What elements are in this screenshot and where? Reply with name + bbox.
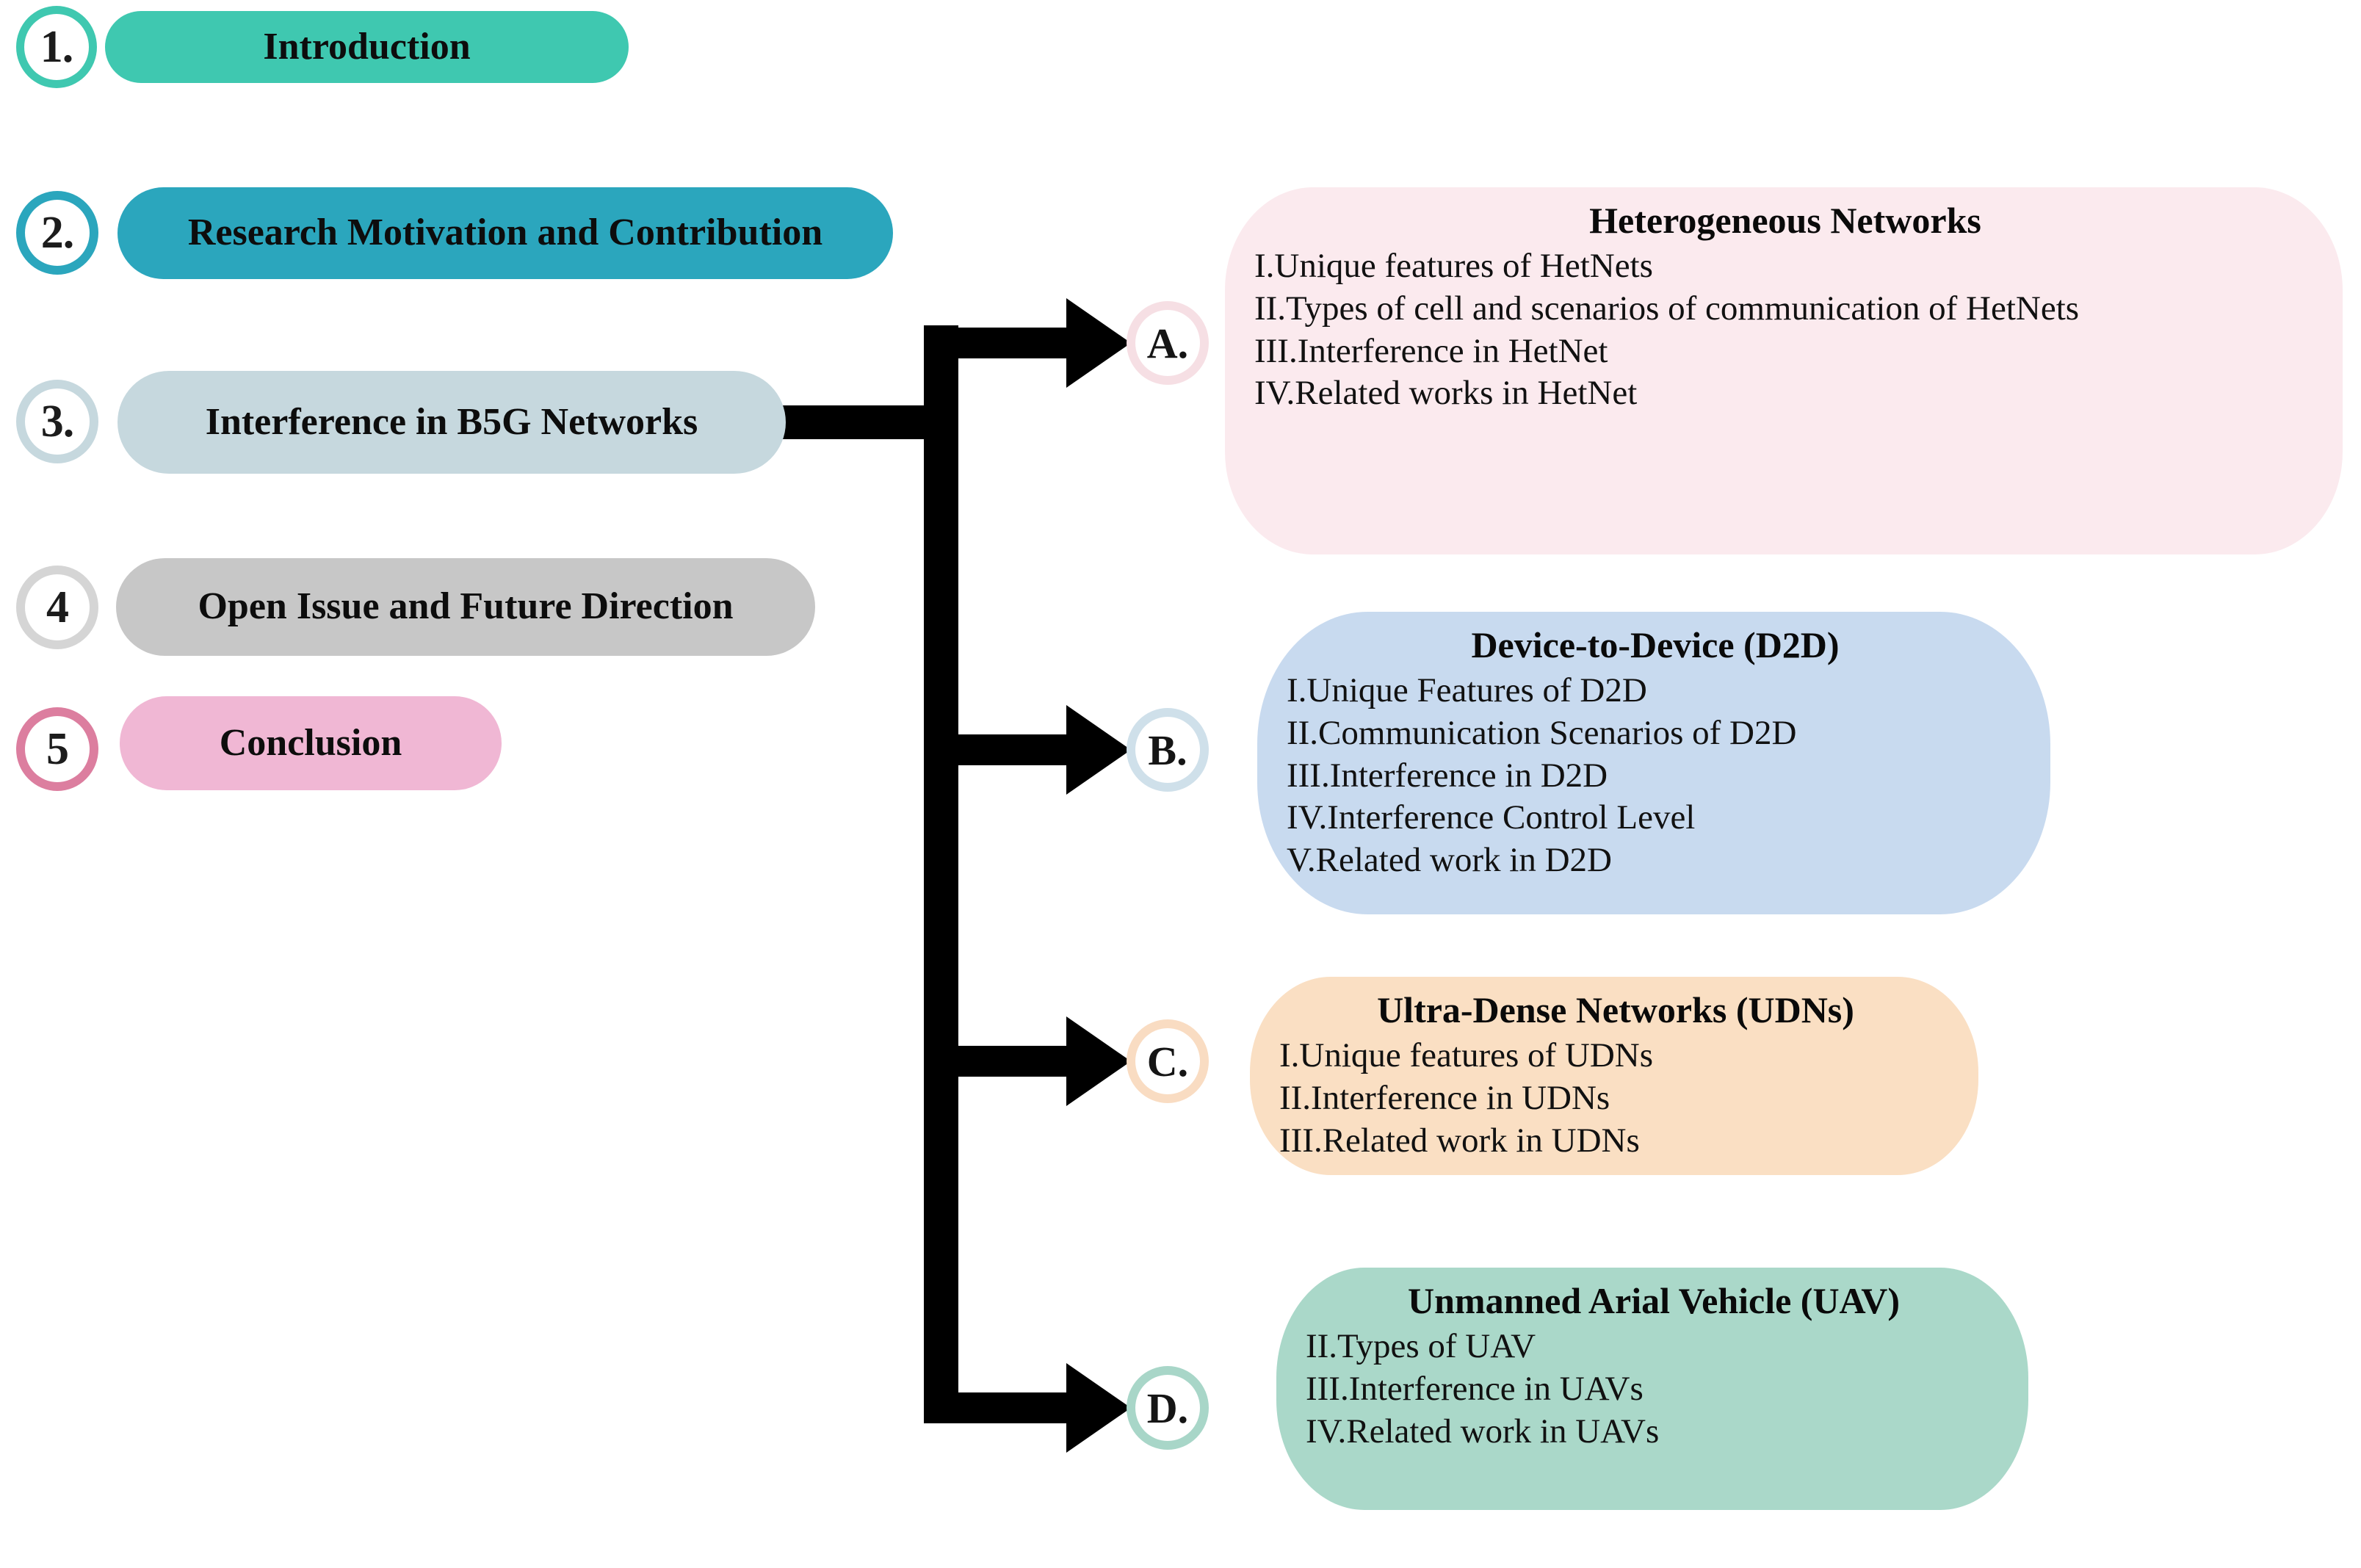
connector-feeder-line: [764, 405, 933, 439]
arrow-to-branch-b: [947, 705, 1131, 795]
section-number-1[interactable]: 1.: [16, 6, 97, 88]
section-number-5[interactable]: 5: [16, 707, 98, 791]
section-pill-conclusion[interactable]: Conclusion: [120, 696, 502, 790]
section-pill-open-issue-and-future-direction[interactable]: Open Issue and Future Direction: [116, 558, 815, 656]
section-number-2[interactable]: 2.: [16, 191, 98, 275]
section-pill-introduction[interactable]: Introduction: [105, 11, 629, 83]
diagram-canvas: 1. Introduction 2. Research Motivation a…: [0, 0, 2361, 1568]
arrow-to-branch-a: [947, 298, 1131, 388]
arrow-to-branch-d: [947, 1363, 1131, 1453]
section-number-3[interactable]: 3.: [16, 380, 98, 463]
arrow-to-branch-c: [947, 1016, 1131, 1106]
branch-marker-b[interactable]: B.: [1127, 708, 1209, 792]
branch-marker-d[interactable]: D.: [1127, 1366, 1209, 1450]
section-number-4[interactable]: 4: [16, 566, 98, 649]
connector-trunk: [924, 325, 958, 1423]
branch-marker-c[interactable]: C.: [1127, 1019, 1209, 1103]
section-pill-interference-in-b5g-networks[interactable]: Interference in B5G Networks: [117, 371, 786, 474]
section-pill-research-motivation-and-contribution[interactable]: Research Motivation and Contribution: [117, 187, 893, 279]
branch-marker-a[interactable]: A.: [1127, 301, 1209, 385]
